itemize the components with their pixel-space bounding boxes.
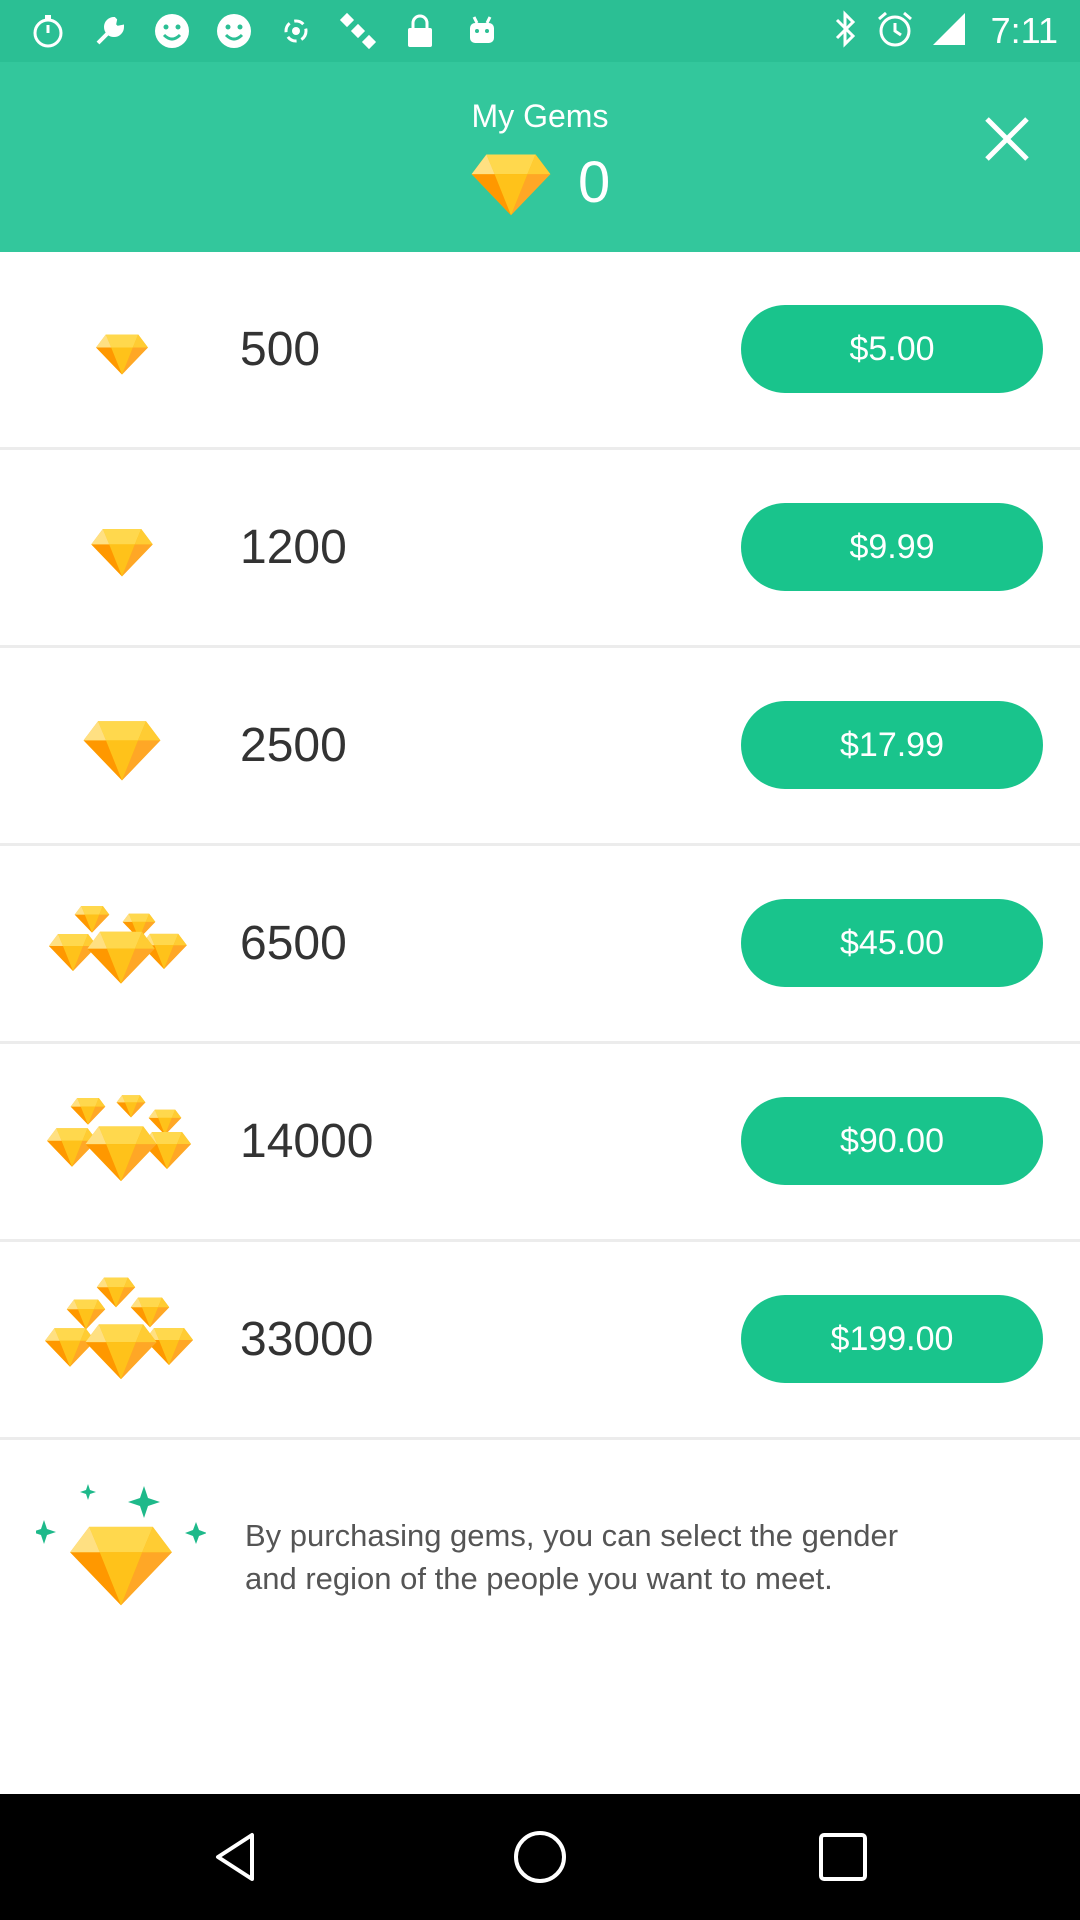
list-item: 33000 $199.00 xyxy=(0,1242,1080,1440)
buy-2500-button[interactable]: $17.99 xyxy=(741,701,1043,789)
status-right-icons: 7:11 xyxy=(831,8,1058,54)
signal-icon xyxy=(931,11,967,52)
list-item: 1200 $9.99 xyxy=(0,450,1080,648)
single-gem-icon xyxy=(91,528,153,577)
info-text: By purchasing gems, you can select the g… xyxy=(245,1514,1045,1600)
close-button[interactable] xyxy=(978,110,1036,168)
home-icon xyxy=(514,1831,566,1883)
gem-pile-icon xyxy=(49,906,187,984)
list-item: 14000 $90.00 xyxy=(0,1044,1080,1242)
gem-amount: 1200 xyxy=(240,521,347,574)
gems-header: My Gems 0 xyxy=(0,62,1080,252)
single-gem-icon xyxy=(83,721,161,781)
status-time: 7:11 xyxy=(990,10,1058,51)
gem-package-list: 500 $5.00 1200 $9.99 2500 $17.99 6500 $4… xyxy=(0,252,1080,1440)
recents-button[interactable] xyxy=(808,1822,878,1892)
gem-pile-icon xyxy=(45,1277,193,1380)
gem-amount: 6500 xyxy=(240,917,347,970)
sparkling-gem-icon xyxy=(36,1484,206,1606)
wrench-icon xyxy=(88,9,132,53)
single-gem-icon xyxy=(96,334,148,375)
gem-icon xyxy=(470,150,552,218)
smiley-icon xyxy=(150,9,194,53)
buy-6500-button[interactable]: $45.00 xyxy=(741,899,1043,987)
gem-balance: 0 xyxy=(578,150,611,215)
page-title: My Gems xyxy=(471,98,609,134)
buy-500-button[interactable]: $5.00 xyxy=(741,305,1043,393)
gem-amount: 14000 xyxy=(240,1115,374,1168)
close-icon xyxy=(985,117,1029,161)
stopwatch-icon xyxy=(26,9,70,53)
gem-amount: 500 xyxy=(240,323,321,376)
smiley-icon xyxy=(212,9,256,53)
list-item: 6500 $45.00 xyxy=(0,846,1080,1044)
gems-info: By purchasing gems, you can select the g… xyxy=(0,1434,1080,1634)
gem-amount: 33000 xyxy=(240,1313,374,1366)
info-text-line: By purchasing gems, you can select the g… xyxy=(245,1518,899,1553)
satellite-icon xyxy=(336,9,380,53)
gem-amount: 2500 xyxy=(240,719,347,772)
recents-icon xyxy=(819,1833,867,1881)
buy-33000-button[interactable]: $199.00 xyxy=(741,1295,1043,1383)
list-item: 500 $5.00 xyxy=(0,252,1080,450)
gem-pile-icon xyxy=(47,1095,191,1182)
status-left-icons xyxy=(26,10,504,52)
buy-1200-button[interactable]: $9.99 xyxy=(741,503,1043,591)
radio-icon xyxy=(274,9,318,53)
lock-icon xyxy=(398,9,442,53)
android-icon xyxy=(460,9,504,53)
info-text-line: and region of the people you want to mee… xyxy=(245,1561,833,1596)
list-item: 2500 $17.99 xyxy=(0,648,1080,846)
buy-14000-button[interactable]: $90.00 xyxy=(741,1097,1043,1185)
system-nav-bar xyxy=(0,1794,1080,1920)
bluetooth-icon xyxy=(831,9,859,54)
home-button[interactable] xyxy=(505,1822,575,1892)
back-button[interactable] xyxy=(201,1822,271,1892)
alarm-icon xyxy=(875,9,915,54)
back-icon xyxy=(216,1833,254,1881)
status-bar: 7:11 xyxy=(0,0,1080,62)
